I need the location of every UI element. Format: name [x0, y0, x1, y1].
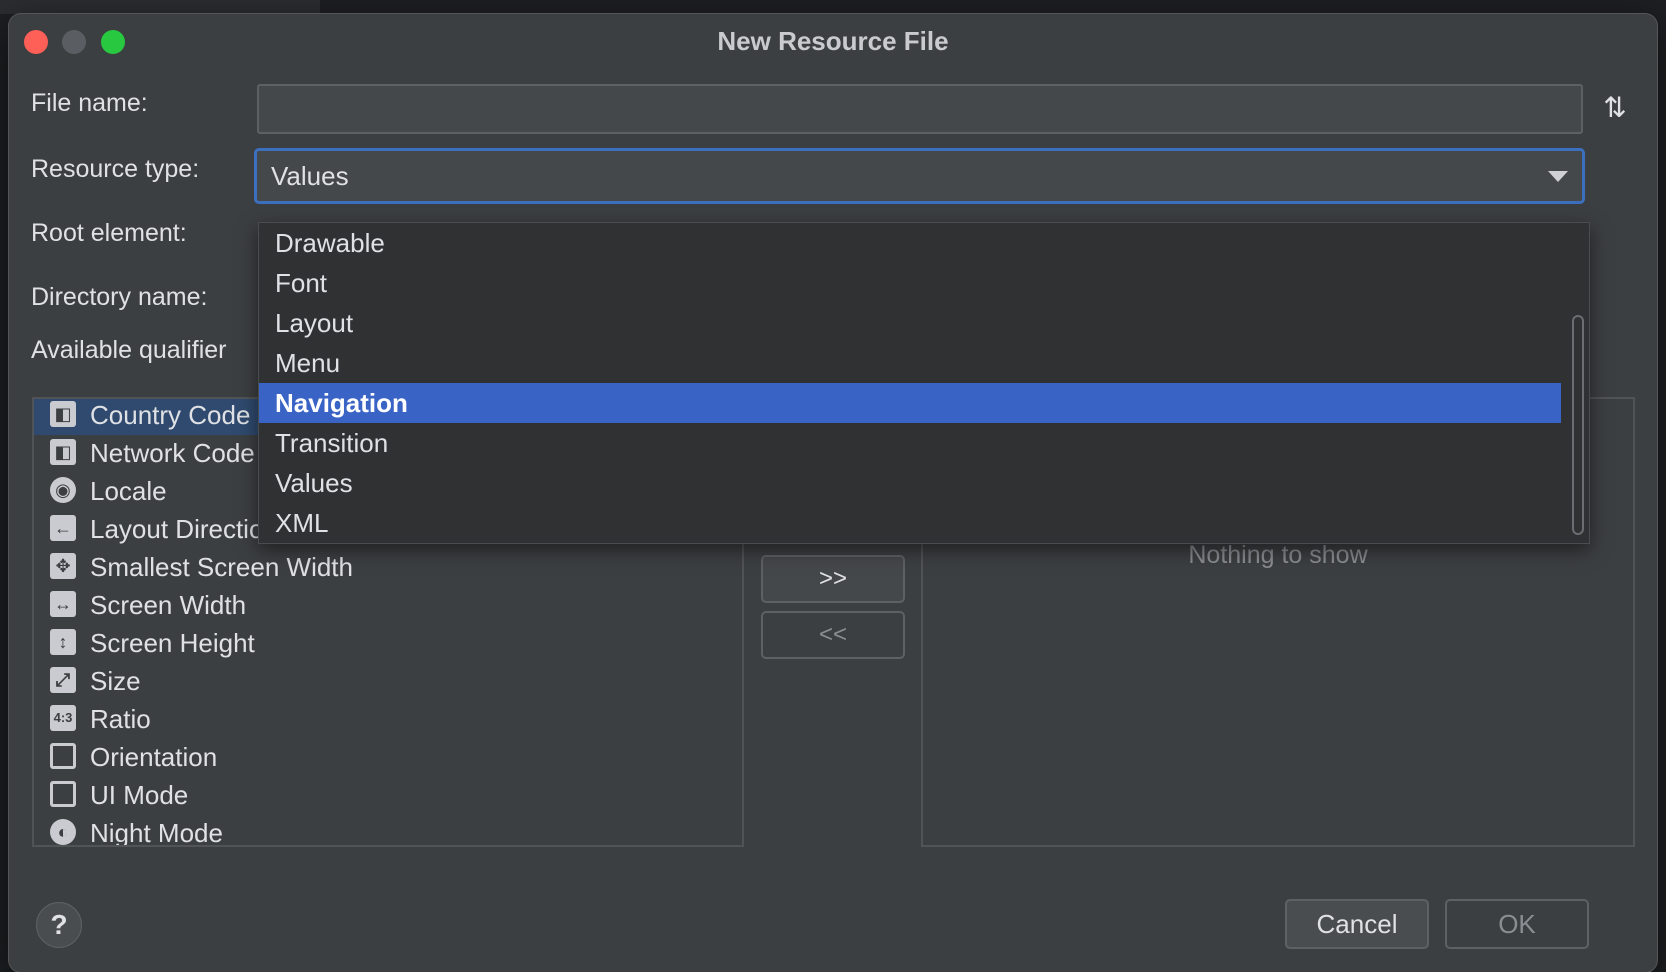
layout-direction-icon: ← [50, 515, 76, 541]
resource-type-value: Values [271, 161, 349, 191]
list-item[interactable]: ↔ Screen Width [34, 585, 742, 625]
root-element-label: Root element: [31, 219, 187, 247]
resource-type-label: Resource type: [31, 155, 200, 183]
resource-type-dropdown: Drawable Font Layout Menu Navigation Tra… [258, 222, 1590, 544]
dropdown-option-menu[interactable]: Menu [259, 343, 1561, 383]
cancel-button[interactable]: Cancel [1285, 899, 1429, 949]
network-code-icon: ◧ [50, 439, 76, 465]
list-item[interactable]: UI Mode [34, 775, 742, 815]
resource-type-combobox[interactable]: Values [254, 148, 1585, 204]
file-name-label: File name: [31, 89, 148, 117]
available-qualifiers-label: Available qualifier [31, 336, 227, 364]
title-bar: New Resource File [9, 14, 1657, 66]
sort-icon[interactable]: ⇅ [1597, 90, 1633, 126]
dropdown-option-font[interactable]: Font [259, 263, 1561, 303]
ratio-icon: 4:3 [50, 705, 76, 731]
list-item[interactable]: ◐ Night Mode [34, 813, 742, 845]
add-qualifier-button[interactable]: >> [761, 555, 905, 603]
screen-width-icon: ↔ [50, 591, 76, 617]
new-resource-file-dialog: New Resource File File name: ⇅ Resource … [9, 14, 1657, 972]
remove-qualifier-button[interactable]: << [761, 611, 905, 659]
orientation-icon [50, 743, 76, 769]
chevron-down-icon [1548, 171, 1568, 182]
country-code-icon: ◧ [50, 401, 76, 427]
dropdown-option-navigation[interactable]: Navigation [259, 383, 1561, 423]
background-window [0, 0, 320, 14]
dropdown-option-transition[interactable]: Transition [259, 423, 1561, 463]
dialog-title: New Resource File [717, 26, 949, 56]
dropdown-option-xml[interactable]: XML [259, 503, 1561, 543]
ui-mode-icon [50, 781, 76, 807]
list-item[interactable]: ✥ Smallest Screen Width [34, 547, 742, 587]
file-name-input[interactable] [257, 84, 1583, 134]
empty-state-text: Nothing to show [1188, 541, 1368, 569]
globe-icon: ◉ [50, 477, 76, 503]
dropdown-option-layout[interactable]: Layout [259, 303, 1561, 343]
screen-height-icon: ↕ [50, 629, 76, 655]
ok-button[interactable]: OK [1445, 899, 1589, 949]
list-item[interactable]: Orientation [34, 737, 742, 777]
dropdown-option-drawable[interactable]: Drawable [259, 223, 1561, 263]
dropdown-scrollbar-thumb[interactable] [1572, 315, 1584, 535]
size-icon: ⤢ [50, 667, 76, 693]
list-item[interactable]: 4:3 Ratio [34, 699, 742, 739]
night-mode-icon: ◐ [50, 819, 76, 845]
list-item[interactable]: ↕ Screen Height [34, 623, 742, 663]
help-button[interactable]: ? [36, 902, 82, 948]
smallest-screen-width-icon: ✥ [50, 553, 76, 579]
directory-name-label: Directory name: [31, 283, 208, 311]
list-item[interactable]: ⤢ Size [34, 661, 742, 701]
dropdown-option-values[interactable]: Values [259, 463, 1561, 503]
